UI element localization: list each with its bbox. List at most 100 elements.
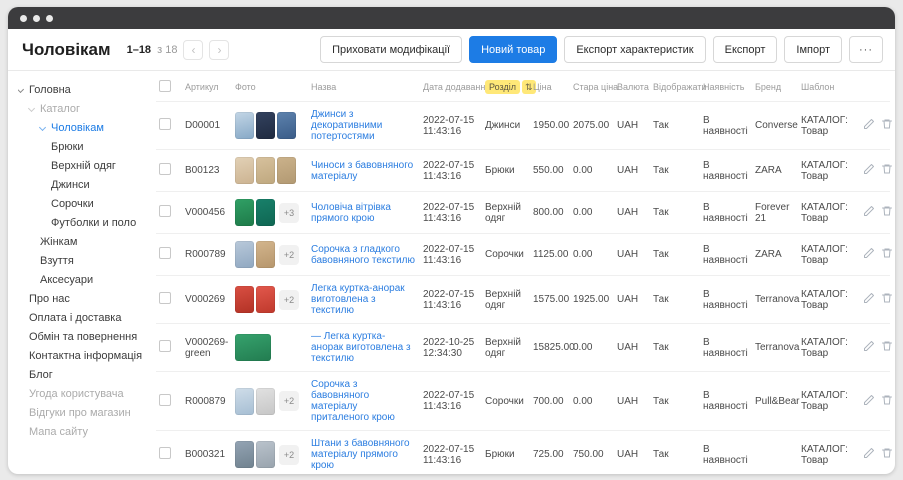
row-checkbox[interactable] xyxy=(159,340,171,352)
product-photo[interactable] xyxy=(277,112,296,139)
sidebar-item-жінкам[interactable]: Жінкам xyxy=(18,233,154,252)
edit-icon[interactable] xyxy=(863,292,875,307)
window-dot-icon[interactable] xyxy=(46,15,53,22)
sidebar-item-головна[interactable]: Головна xyxy=(18,81,154,100)
hide-modifications-button[interactable]: Приховати модифікації xyxy=(320,36,462,63)
product-photo[interactable] xyxy=(256,241,275,268)
window-dot-icon[interactable] xyxy=(33,15,40,22)
product-name-link[interactable]: Сорочка з гладкого бавовняного текстилю xyxy=(311,244,415,266)
sidebar-item-брюки[interactable]: Брюки xyxy=(18,138,154,157)
product-photo[interactable] xyxy=(235,112,254,139)
table-row: V000456+3Чоловіча вітрівка прямого крою2… xyxy=(156,192,890,234)
prev-page-button[interactable]: ‹ xyxy=(183,40,203,60)
product-photo[interactable] xyxy=(277,157,296,184)
column-header-price[interactable]: Ціна xyxy=(530,71,570,102)
row-checkbox[interactable] xyxy=(159,163,171,175)
product-photo[interactable] xyxy=(235,241,254,268)
edit-icon[interactable] xyxy=(863,163,875,178)
column-header-sku[interactable]: Артикул xyxy=(182,71,232,102)
row-checkbox[interactable] xyxy=(159,247,171,259)
next-page-button[interactable]: › xyxy=(209,40,229,60)
currency-cell: UAH xyxy=(614,431,650,475)
product-photo[interactable] xyxy=(235,157,254,184)
row-checkbox[interactable] xyxy=(159,394,171,406)
product-photo[interactable] xyxy=(256,199,275,226)
product-name-link[interactable]: Штани з бавовняного матеріалу прямого кр… xyxy=(311,438,410,471)
delete-icon[interactable] xyxy=(881,118,893,133)
product-photo[interactable] xyxy=(256,441,275,468)
product-name-link[interactable]: Легка куртка-анорак виготовлена з тексти… xyxy=(311,283,405,316)
sidebar-item-верхній-одяг[interactable]: Верхній одяг xyxy=(18,157,154,176)
product-photo[interactable] xyxy=(256,388,275,415)
column-header-availability[interactable]: Наявність xyxy=(700,71,752,102)
sidebar-item-відгуки-про-магазин[interactable]: Відгуки про магазин xyxy=(18,404,154,423)
delete-icon[interactable] xyxy=(881,163,893,178)
product-name-link[interactable]: Сорочка з бавовняного матеріалу притален… xyxy=(311,379,395,423)
edit-icon[interactable] xyxy=(863,118,875,133)
column-header-date[interactable]: Дата додавання xyxy=(420,71,482,102)
product-photo[interactable] xyxy=(235,334,271,361)
sidebar-item-оплата-і-доставка[interactable]: Оплата і доставка xyxy=(18,309,154,328)
edit-icon[interactable] xyxy=(863,340,875,355)
edit-icon[interactable] xyxy=(863,394,875,409)
product-photo[interactable] xyxy=(256,157,275,184)
sidebar-item-обмін-та-повернення[interactable]: Обмін та повернення xyxy=(18,328,154,347)
product-name-link[interactable]: Чоловіча вітрівка прямого крою xyxy=(311,202,391,224)
edit-icon[interactable] xyxy=(863,247,875,262)
import-button[interactable]: Імпорт xyxy=(784,36,842,63)
more-photos-badge[interactable]: +2 xyxy=(279,445,299,465)
column-header-brand[interactable]: Бренд xyxy=(752,71,798,102)
export-button[interactable]: Експорт xyxy=(713,36,778,63)
export-characteristics-button[interactable]: Експорт характеристик xyxy=(564,36,705,63)
sidebar-item-про-нас[interactable]: Про нас xyxy=(18,290,154,309)
product-photo[interactable] xyxy=(235,388,254,415)
sidebar-item-взуття[interactable]: Взуття xyxy=(18,252,154,271)
select-all-checkbox[interactable] xyxy=(159,80,171,92)
delete-icon[interactable] xyxy=(881,394,893,409)
product-name-link[interactable]: — Легка куртка-анорак виготовлена з текс… xyxy=(311,331,411,364)
edit-icon[interactable] xyxy=(863,447,875,462)
delete-icon[interactable] xyxy=(881,340,893,355)
delete-icon[interactable] xyxy=(881,205,893,220)
column-header-name[interactable]: Назва xyxy=(308,71,420,102)
window-dot-icon[interactable] xyxy=(20,15,27,22)
sidebar-item-сорочки[interactable]: Сорочки xyxy=(18,195,154,214)
sidebar-item-угода-користувача[interactable]: Угода користувача xyxy=(18,385,154,404)
sidebar-item-чоловікам[interactable]: Чоловікам xyxy=(18,119,154,138)
new-product-button[interactable]: Новий товар xyxy=(469,36,557,63)
sidebar-item-аксесуари[interactable]: Аксесуари xyxy=(18,271,154,290)
product-photo[interactable] xyxy=(256,112,275,139)
row-checkbox[interactable] xyxy=(159,205,171,217)
more-photos-badge[interactable]: +3 xyxy=(279,203,299,223)
product-name-link[interactable]: Чиноси з бавовняного матеріалу xyxy=(311,160,413,182)
column-header-currency[interactable]: Валюта xyxy=(614,71,650,102)
more-photos-badge[interactable]: +2 xyxy=(279,245,299,265)
more-actions-button[interactable]: ··· xyxy=(849,36,883,63)
sidebar-item-мапа-сайту[interactable]: Мапа сайту xyxy=(18,423,154,442)
row-checkbox[interactable] xyxy=(159,447,171,459)
column-header-template[interactable]: Шаблон xyxy=(798,71,854,102)
sidebar-item-контактна-інформація[interactable]: Контактна інформація xyxy=(18,347,154,366)
product-name-link[interactable]: Джинси з декоративними потертостями xyxy=(311,109,382,142)
delete-icon[interactable] xyxy=(881,292,893,307)
product-photo[interactable] xyxy=(235,286,254,313)
delete-icon[interactable] xyxy=(881,247,893,262)
sidebar-item-блог[interactable]: Блог xyxy=(18,366,154,385)
more-photos-badge[interactable]: +2 xyxy=(279,290,299,310)
sidebar-item-label: Жінкам xyxy=(40,233,77,252)
sidebar-item-каталог[interactable]: Каталог xyxy=(18,100,154,119)
sidebar-item-джинси[interactable]: Джинси xyxy=(18,176,154,195)
section-sort-label[interactable]: Розділ xyxy=(485,80,520,94)
edit-icon[interactable] xyxy=(863,205,875,220)
column-header-old-price[interactable]: Стара ціна xyxy=(570,71,614,102)
column-header-section[interactable]: Розділ⇅ xyxy=(482,71,530,102)
more-photos-badge[interactable]: +2 xyxy=(279,391,299,411)
row-checkbox[interactable] xyxy=(159,118,171,130)
delete-icon[interactable] xyxy=(881,447,893,462)
column-header-display[interactable]: Відображати xyxy=(650,71,700,102)
product-photo[interactable] xyxy=(256,286,275,313)
sidebar-item-футболки-и-поло[interactable]: Футболки и поло xyxy=(18,214,154,233)
row-checkbox[interactable] xyxy=(159,292,171,304)
product-photo[interactable] xyxy=(235,199,254,226)
product-photo[interactable] xyxy=(235,441,254,468)
